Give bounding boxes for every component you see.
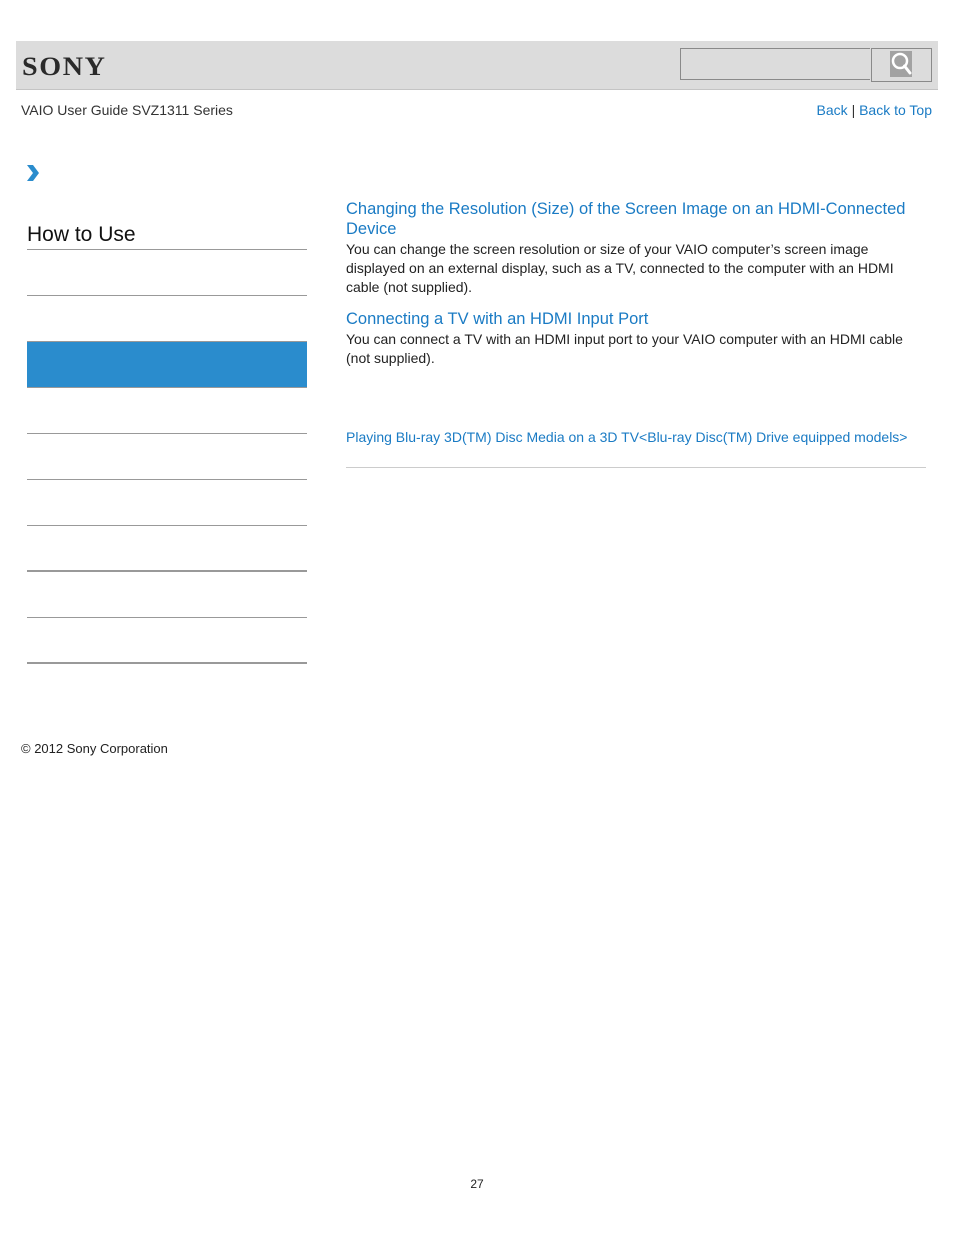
sidebar-item[interactable] [27,526,307,572]
sidebar: How to Use [27,220,307,664]
topic-link-connect-tv[interactable]: Connecting a TV with an HDMI Input Port [346,309,926,329]
topic-link-hdmi-resolution[interactable]: Changing the Resolution (Size) of the Sc… [346,199,926,239]
sidebar-item[interactable] [27,250,307,296]
topic-entry: Changing the Resolution (Size) of the Sc… [346,199,926,297]
guide-title: VAIO User Guide SVZ1311 Series [21,102,233,118]
search-button[interactable] [871,48,932,82]
back-to-top-link[interactable]: Back to Top [859,102,932,118]
top-links: Back | Back to Top [817,102,932,118]
header-bar: SONY [16,41,938,90]
topic-entry: Connecting a TV with an HDMI Input Port … [346,309,926,368]
related-link-bluray-3d[interactable]: Playing Blu-ray 3D(TM) Disc Media on a 3… [346,428,926,446]
back-link[interactable]: Back [817,102,848,118]
topic-description: You can change the screen resolution or … [346,241,894,295]
content-divider [346,467,926,468]
topic-description: You can connect a TV with an HDMI input … [346,331,903,366]
sidebar-item[interactable] [27,434,307,480]
search-icon [890,51,912,77]
copyright: © 2012 Sony Corporation [21,741,168,756]
sidebar-item[interactable] [27,480,307,526]
link-separator: | [851,102,856,118]
page-number: 27 [470,1177,484,1191]
sidebar-item-active[interactable] [27,342,307,388]
sidebar-item[interactable] [27,388,307,434]
sony-logo: SONY [22,52,107,81]
sidebar-item[interactable] [27,296,307,342]
sidebar-item[interactable] [27,618,307,664]
main-content: Changing the Resolution (Size) of the Sc… [346,199,926,468]
sidebar-item[interactable] [27,572,307,618]
sidebar-title: How to Use [27,220,307,250]
chevron-right-icon[interactable] [26,164,40,182]
search-input[interactable] [680,48,870,80]
